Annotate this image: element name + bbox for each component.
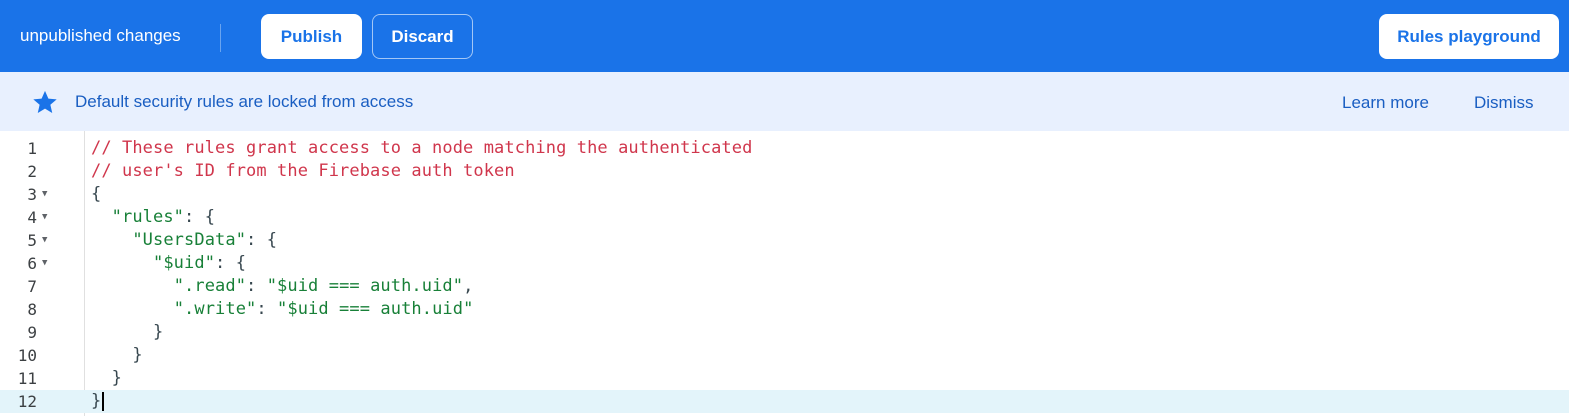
- code-token-key: "UsersData": [132, 230, 247, 250]
- code-text: ".write": "$uid === auth.uid": [91, 298, 474, 321]
- code-line[interactable]: 7 ".read": "$uid === auth.uid",: [0, 275, 1569, 298]
- banner-message: Default security rules are locked from a…: [75, 92, 414, 111]
- line-gutter: 5 ▼: [0, 229, 84, 252]
- code-text: ".read": "$uid === auth.uid",: [91, 275, 474, 298]
- line-number: 2: [27, 162, 37, 181]
- code-token-punct: :: [256, 299, 278, 319]
- code-token-punct: [91, 230, 132, 250]
- line-gutter: 7: [0, 275, 84, 298]
- line-number: 6: [27, 254, 37, 273]
- code-token-punct: :: [246, 276, 267, 296]
- line-gutter: 2: [0, 160, 84, 183]
- line-number: 4: [27, 208, 37, 227]
- code-text: // user's ID from the Firebase auth toke…: [91, 160, 515, 183]
- toolbar-divider: [220, 24, 221, 52]
- line-number: 1: [27, 139, 37, 158]
- code-line[interactable]: 1 // These rules grant access to a node m…: [0, 137, 1569, 160]
- code-line[interactable]: 11 }: [0, 367, 1569, 390]
- learn-more-link[interactable]: Learn more: [1342, 72, 1429, 131]
- fold-arrow-icon[interactable]: ▼: [42, 229, 47, 252]
- text-cursor: [102, 391, 104, 411]
- code-token-punct: : {: [184, 207, 216, 227]
- code-text: {: [91, 183, 101, 206]
- code-line[interactable]: 9 }: [0, 321, 1569, 344]
- code-text: }: [91, 367, 122, 390]
- code-token-key: ".write": [173, 299, 257, 319]
- code-line[interactable]: 4 ▼ "rules": {: [0, 206, 1569, 229]
- code-line[interactable]: 10 }: [0, 344, 1569, 367]
- code-token-string: "$uid === auth.uid": [266, 276, 464, 296]
- code-token-key: "rules": [111, 207, 185, 227]
- code-token-punct: [91, 207, 112, 227]
- line-number: 9: [27, 323, 37, 342]
- code-token-punct: ,: [463, 276, 474, 296]
- code-text: "$uid": {: [91, 252, 246, 275]
- line-gutter: 10: [0, 344, 84, 367]
- code-token-punct: : {: [215, 253, 247, 273]
- line-gutter: 12: [0, 390, 84, 413]
- code-token-punct: }: [91, 368, 123, 388]
- line-number: 12: [17, 392, 37, 411]
- line-number: 5: [27, 231, 37, 250]
- code-token-punct: [91, 253, 153, 273]
- code-line[interactable]: 12}: [0, 390, 1569, 413]
- code-token-punct: [91, 276, 174, 296]
- line-gutter: 1: [0, 137, 84, 160]
- line-gutter: 11: [0, 367, 84, 390]
- star-icon: [33, 90, 57, 113]
- line-number: 7: [27, 277, 37, 296]
- code-token-key: ".read": [173, 276, 247, 296]
- line-number: 8: [27, 300, 37, 319]
- info-banner: Default security rules are locked from a…: [0, 72, 1569, 131]
- dismiss-link[interactable]: Dismiss: [1474, 72, 1534, 131]
- code-line[interactable]: 2 // user's ID from the Firebase auth tok…: [0, 160, 1569, 183]
- code-token-comment: // user's ID from the Firebase auth toke…: [91, 161, 515, 181]
- code-token-comment: // These rules grant access to a node ma…: [91, 138, 753, 158]
- line-gutter: 8: [0, 298, 84, 321]
- code-text: "rules": {: [91, 206, 215, 229]
- fold-arrow-icon[interactable]: ▼: [42, 252, 47, 275]
- publish-button[interactable]: Publish: [261, 14, 362, 59]
- code-token-string: "$uid === auth.uid": [277, 299, 474, 319]
- code-token-key: "$uid": [153, 253, 216, 273]
- rules-code-editor[interactable]: 1 // These rules grant access to a node m…: [0, 131, 1569, 416]
- code-token-punct: }: [91, 322, 164, 342]
- unpublished-status-text: unpublished changes: [20, 26, 181, 45]
- code-token-punct: [91, 299, 174, 319]
- code-text: }: [91, 390, 104, 413]
- line-gutter: 6 ▼: [0, 252, 84, 275]
- line-number: 3: [27, 185, 37, 204]
- fold-arrow-icon[interactable]: ▼: [42, 183, 47, 206]
- code-line[interactable]: 8 ".write": "$uid === auth.uid": [0, 298, 1569, 321]
- code-text: // These rules grant access to a node ma…: [91, 137, 752, 160]
- code-token-punct: }: [91, 391, 102, 411]
- line-gutter: 9: [0, 321, 84, 344]
- rules-playground-button[interactable]: Rules playground: [1379, 14, 1559, 59]
- code-line[interactable]: 5 ▼ "UsersData": {: [0, 229, 1569, 252]
- line-gutter: 4 ▼: [0, 206, 84, 229]
- line-gutter: 3 ▼: [0, 183, 84, 206]
- discard-button[interactable]: Discard: [372, 14, 473, 59]
- code-token-punct: : {: [246, 230, 278, 250]
- code-line[interactable]: 6 ▼ "$uid": {: [0, 252, 1569, 275]
- line-number: 10: [17, 346, 37, 365]
- code-text: }: [91, 344, 143, 367]
- line-number: 11: [17, 369, 37, 388]
- code-token-punct: }: [91, 345, 143, 365]
- fold-arrow-icon[interactable]: ▼: [42, 206, 47, 229]
- code-text: }: [91, 321, 163, 344]
- code-line[interactable]: 3 ▼{: [0, 183, 1569, 206]
- code-text: "UsersData": {: [91, 229, 277, 252]
- code-token-punct: {: [91, 184, 102, 204]
- toolbar: unpublished changes Publish Discard Rule…: [0, 0, 1569, 72]
